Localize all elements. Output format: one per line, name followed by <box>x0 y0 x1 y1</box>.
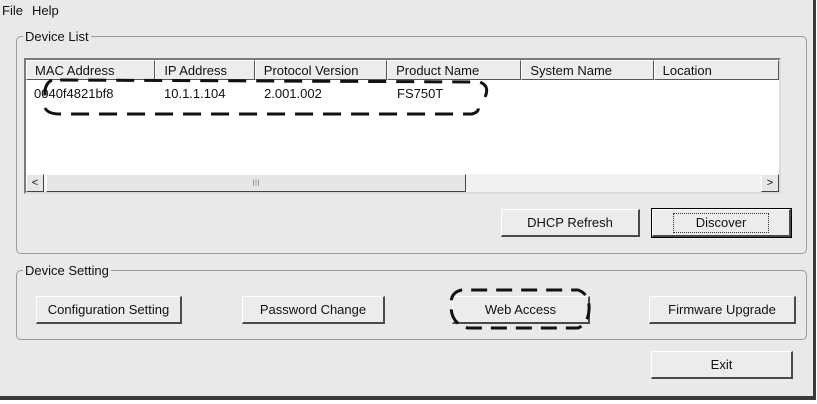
menu-bar: File Help <box>0 0 813 22</box>
cell-mac-address: 0040f4821bf8 <box>34 86 114 101</box>
password-change-button[interactable]: Password Change <box>242 296 385 324</box>
discover-button[interactable]: Discover <box>651 208 792 238</box>
column-mac-address[interactable]: MAC Address <box>26 60 156 80</box>
scroll-thumb[interactable]: III <box>46 174 466 192</box>
exit-button[interactable]: Exit <box>651 351 793 379</box>
scroll-left-button[interactable]: < <box>26 174 44 192</box>
column-ip-address[interactable]: IP Address <box>155 60 255 80</box>
utility-window: File Help Device List MAC Address IP Add… <box>0 0 816 400</box>
cell-ip-address: 10.1.1.104 <box>164 86 226 101</box>
cell-protocol-version: 2.001.002 <box>264 86 322 101</box>
cell-product-name: FS750T <box>397 86 444 101</box>
web-access-button[interactable]: Web Access <box>452 296 590 324</box>
table-row[interactable]: 0040f4821bf8 10.1.1.104 2.001.002 FS750T <box>26 84 779 102</box>
firmware-upgrade-button[interactable]: Firmware Upgrade <box>649 296 796 324</box>
column-product-name[interactable]: Product Name <box>387 60 522 80</box>
thumb-grip-icon: III <box>252 178 260 188</box>
menu-file[interactable]: File <box>2 3 23 18</box>
horizontal-scrollbar[interactable]: < III > <box>26 174 779 192</box>
dhcp-refresh-button[interactable]: DHCP Refresh <box>501 209 640 237</box>
device-list-legend: Device List <box>25 29 89 44</box>
configuration-setting-button[interactable]: Configuration Setting <box>36 296 182 324</box>
device-list-view[interactable]: MAC Address IP Address Protocol Version … <box>24 58 781 194</box>
discover-button-label: Discover <box>672 213 770 233</box>
scroll-right-button[interactable]: > <box>761 174 779 192</box>
column-location[interactable]: Location <box>653 60 779 80</box>
device-list-header: MAC Address IP Address Protocol Version … <box>26 60 779 80</box>
column-protocol-version[interactable]: Protocol Version <box>254 60 388 80</box>
device-setting-legend: Device Setting <box>25 263 109 278</box>
menu-help[interactable]: Help <box>32 3 59 18</box>
column-system-name[interactable]: System Name <box>521 60 654 80</box>
